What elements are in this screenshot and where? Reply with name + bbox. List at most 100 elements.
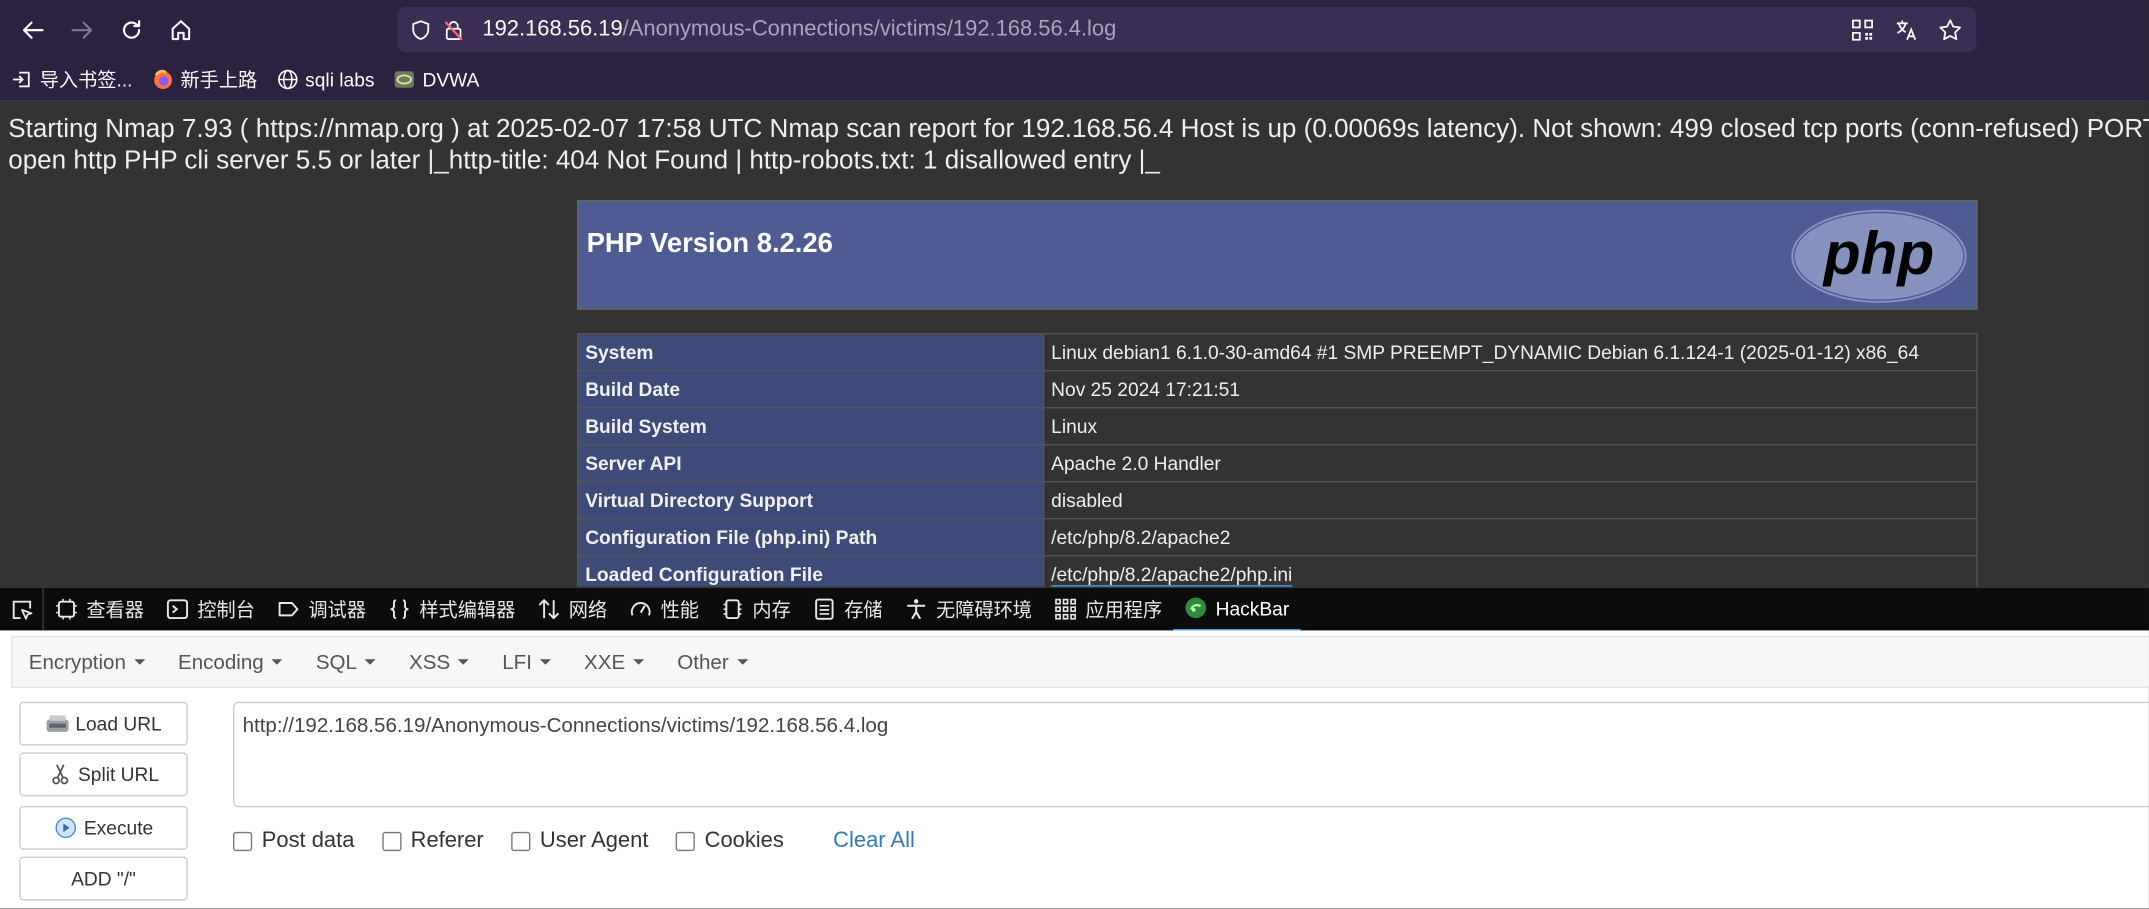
table-row: Configuration File (php.ini) Path/etc/ph… — [576, 518, 1978, 557]
forward-button[interactable] — [58, 8, 107, 52]
tab-accessibility[interactable]: 无障碍环境 — [894, 587, 1043, 631]
menu-xxe[interactable]: XXE — [568, 650, 661, 674]
tab-hackbar[interactable]: HackBar — [1173, 587, 1301, 632]
reload-icon — [122, 19, 141, 39]
bookmark-sqli-labs[interactable]: sqli labs — [276, 68, 375, 91]
tab-label: 查看器 — [86, 598, 144, 621]
tab-label: 调试器 — [308, 598, 366, 621]
menu-label: LFI — [502, 650, 532, 674]
table-row: Virtual Directory Support disabled — [576, 481, 1978, 520]
nmap-output: Starting Nmap 7.93 ( https://nmap.org ) … — [8, 114, 2149, 177]
menu-sql[interactable]: SQL — [299, 650, 392, 674]
shield-icon[interactable] — [406, 14, 436, 44]
tab-style-editor[interactable]: 样式编辑器 — [377, 587, 526, 631]
option-label: Cookies — [704, 829, 784, 853]
option-label: User Agent — [539, 829, 649, 853]
split-url-button[interactable]: Split URL — [19, 752, 188, 797]
checkbox[interactable] — [381, 831, 402, 852]
row-key: Build Date — [576, 370, 1045, 409]
home-button[interactable] — [156, 8, 205, 52]
tab-storage[interactable]: 存储 — [802, 587, 894, 631]
insecure-lock-icon[interactable] — [439, 14, 469, 44]
menu-label: XXE — [584, 650, 626, 674]
row-key: Virtual Directory Support — [576, 481, 1045, 520]
option-label: Referer — [410, 829, 484, 853]
tab-label: 无障碍环境 — [936, 598, 1032, 621]
load-url-icon — [46, 715, 69, 732]
play-icon — [55, 817, 77, 839]
inspector-icon — [56, 598, 77, 620]
tab-application[interactable]: 应用程序 — [1043, 587, 1173, 631]
caret-down-icon — [458, 659, 470, 665]
php-info-header: PHP Version 8.2.26 php — [576, 200, 1978, 310]
caret-down-icon — [271, 659, 283, 665]
menu-encryption[interactable]: Encryption — [12, 650, 161, 674]
row-value: Linux — [1042, 407, 1978, 446]
table-row: Build Date Nov 25 2024 17:21:51 — [576, 370, 1978, 409]
row-value: /etc/php/8.2/apache2 — [1042, 518, 1978, 557]
bookmark-getting-started[interactable]: 新手上路 — [152, 66, 258, 93]
memory-icon — [723, 599, 742, 620]
bookmark-star-icon[interactable] — [1935, 14, 1965, 44]
menu-other[interactable]: Other — [661, 650, 764, 674]
caret-down-icon — [365, 659, 377, 665]
home-icon — [171, 19, 191, 40]
console-icon — [166, 599, 189, 620]
back-button[interactable] — [8, 8, 57, 52]
translate-icon[interactable] — [1891, 14, 1921, 44]
qr-code-icon[interactable] — [1847, 14, 1877, 44]
import-icon — [11, 69, 33, 91]
bookmark-label: 新手上路 — [180, 68, 258, 91]
tab-inspector[interactable]: 查看器 — [44, 587, 155, 631]
reload-button[interactable] — [107, 8, 156, 52]
bookmark-import[interactable]: 导入书签... — [11, 66, 133, 93]
row-key: Configuration File (php.ini) Path — [576, 518, 1045, 557]
tab-debugger[interactable]: 调试器 — [266, 587, 377, 631]
scissors-icon — [52, 764, 69, 785]
bookmark-label: 导入书签... — [39, 68, 133, 91]
menu-label: Encoding — [177, 650, 264, 674]
row-value: /etc/php/8.2/apache2/php.ini — [1051, 563, 1293, 587]
element-picker-button[interactable] — [0, 587, 44, 632]
url-host: 192.168.56.19 — [482, 17, 623, 41]
checkbox[interactable] — [232, 831, 253, 852]
url-textarea[interactable]: http://192.168.56.19/Anonymous-Connectio… — [232, 701, 2149, 808]
execute-button[interactable]: Execute — [19, 805, 188, 850]
add-slash-button[interactable]: ADD "/" — [19, 856, 188, 901]
tab-console[interactable]: 控制台 — [155, 587, 266, 631]
menu-lfi[interactable]: LFI — [486, 650, 568, 674]
menu-xss[interactable]: XSS — [393, 650, 486, 674]
clear-all-link[interactable]: Clear All — [833, 829, 915, 854]
url-text[interactable]: 192.168.56.19/Anonymous-Connections/vict… — [482, 17, 1116, 42]
user-agent-option[interactable]: User Agent — [511, 829, 648, 854]
tab-network[interactable]: 网络 — [526, 587, 618, 631]
address-bar[interactable]: 192.168.56.19/Anonymous-Connections/vict… — [397, 6, 1977, 53]
php-version-title: PHP Version 8.2.26 — [586, 228, 833, 260]
element-picker-icon — [12, 600, 32, 619]
menu-label: XSS — [409, 650, 451, 674]
accessibility-icon — [907, 599, 926, 620]
tab-label: 网络 — [568, 598, 608, 621]
cookies-option[interactable]: Cookies — [675, 829, 784, 854]
checkbox[interactable] — [511, 831, 531, 852]
button-label: ADD "/" — [71, 867, 136, 890]
bookmark-dvwa[interactable]: DVWA — [394, 69, 479, 90]
referer-option[interactable]: Referer — [381, 829, 484, 854]
post-data-option[interactable]: Post data — [232, 829, 354, 854]
load-url-button[interactable]: Load URL — [19, 701, 188, 746]
tab-memory[interactable]: 内存 — [710, 587, 802, 631]
row-key: Build System — [576, 407, 1045, 446]
bookmark-label: sqli labs — [305, 68, 375, 91]
checkbox[interactable] — [675, 831, 696, 852]
table-row: Loaded Configuration File/etc/php/8.2/ap… — [576, 555, 1978, 587]
row-value: Nov 25 2024 17:21:51 — [1042, 370, 1978, 409]
tab-performance[interactable]: 性能 — [618, 587, 710, 631]
menu-encoding[interactable]: Encoding — [162, 650, 300, 674]
page-content: Starting Nmap 7.93 ( https://nmap.org ) … — [0, 101, 2149, 587]
hackbar-menu: Encryption Encoding SQL XSS LFI XXE Othe… — [10, 635, 2149, 688]
caret-down-icon — [633, 659, 645, 665]
button-label: Load URL — [75, 712, 162, 735]
bookmarks-bar: 导入书签... 新手上路 sqli labs DVWA — [0, 58, 2149, 102]
storage-icon — [815, 598, 834, 620]
firefox-icon — [152, 69, 174, 91]
